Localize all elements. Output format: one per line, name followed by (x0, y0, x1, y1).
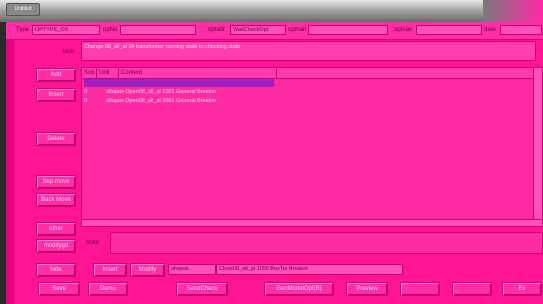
horizontal-scrollbar[interactable] (82, 219, 542, 226)
editor-modify-button[interactable]: Modify (130, 263, 165, 277)
task-textarea[interactable]: Change 08_all_al 1# transformer running … (81, 41, 536, 61)
cell-content: altapas Open08_all_al 1001 General Break… (106, 89, 217, 95)
type-select[interactable]: OPTYPE_OX (32, 25, 100, 35)
step-move-button[interactable]: Sep move (36, 175, 76, 189)
optattr-label: optattr (208, 27, 226, 33)
gen-model-button[interactable]: GenModelOpt(B) (264, 282, 334, 296)
cell-content: altapas Open08_all_al 3501 General Break… (106, 98, 217, 104)
table-row[interactable]: 0 altapas Open08_all_al 3501 General Bre… (82, 97, 342, 105)
window-controls[interactable] (483, 0, 543, 22)
vertical-scrollbar[interactable] (533, 68, 542, 226)
toolbar-button-7[interactable] (452, 282, 492, 296)
modify-gd-button[interactable]: modifygd (36, 239, 76, 253)
date-label: date (484, 27, 496, 33)
column-header-content[interactable]: Content (119, 68, 277, 78)
column-header-sub[interactable]: Sub (82, 68, 97, 78)
save-button[interactable]: Save (38, 282, 80, 296)
opman-label: opman (288, 27, 307, 33)
opman2-label: opman (394, 27, 413, 33)
opno-input[interactable] (120, 25, 196, 35)
opno-label: opNo (103, 27, 118, 33)
delete-button[interactable]: Delete (36, 132, 76, 146)
toolbar-button-6[interactable] (400, 282, 440, 296)
left-strip (6, 39, 14, 304)
selected-row-highlight[interactable] (84, 79, 274, 87)
send-check-button[interactable]: SendCheck (176, 282, 228, 296)
main-window: Type OPTYPE_OX opNo optattr WaitCheckOpt… (6, 22, 543, 304)
back-move-button[interactable]: Back Move (36, 193, 76, 207)
step-content-input[interactable]: Close08_all_al 1050 BusTie Breaker (216, 264, 403, 275)
station-select[interactable]: altapas (168, 264, 216, 275)
opman-input[interactable] (308, 25, 388, 35)
steps-table: Sub Unit Content 0 altapas Open08_all_al… (81, 67, 543, 227)
add-button[interactable]: Add (36, 68, 76, 82)
window-tab[interactable]: Untitled (6, 3, 40, 16)
state-label: state (86, 240, 100, 246)
exit-button[interactable]: Ex (502, 282, 542, 296)
title-bar: Untitled (0, 0, 543, 22)
type-label: Type (16, 27, 30, 33)
column-header-unit[interactable]: Unit (97, 68, 119, 78)
state-textarea[interactable] (110, 232, 543, 254)
date-input[interactable] (500, 25, 542, 35)
demo-button[interactable]: Demo (88, 282, 128, 296)
editor-insert-button[interactable]: Insert (93, 263, 127, 277)
table-header: Sub Unit Content (82, 68, 542, 79)
opman2-input[interactable] (416, 25, 482, 35)
cell-sub: 0 (84, 89, 88, 95)
other-button[interactable]: other (36, 222, 76, 236)
insert-button[interactable]: Insert (36, 88, 76, 102)
filter-bar: Type OPTYPE_OX opNo optattr WaitCheckOpt… (6, 22, 543, 40)
preview-button[interactable]: Preview (346, 282, 388, 296)
task-label: task (63, 49, 75, 55)
optattr-select[interactable]: WaitCheckOpt (230, 25, 286, 35)
cell-sub: 0 (84, 98, 88, 104)
table-row[interactable]: 0 altapas Open08_all_al 1001 General Bre… (82, 88, 342, 96)
hide-button[interactable]: hide (36, 263, 76, 277)
